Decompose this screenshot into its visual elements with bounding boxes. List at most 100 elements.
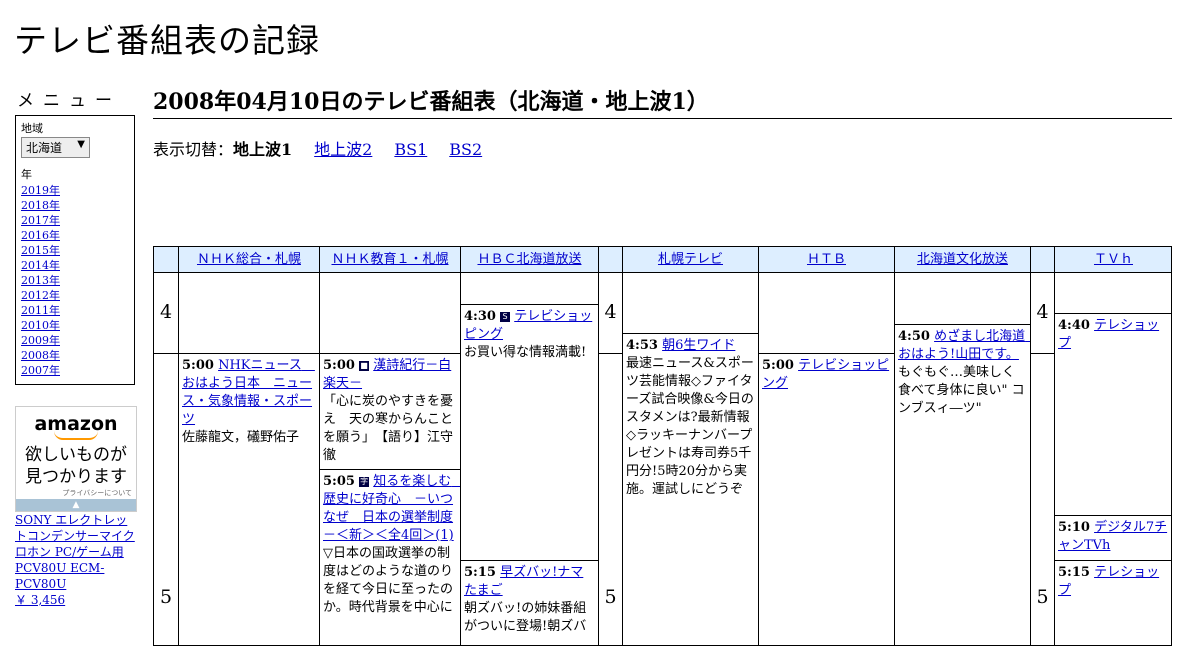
ad-privacy-link[interactable]: プライバシーについて bbox=[16, 488, 132, 498]
program-time: 4:50 bbox=[898, 329, 930, 344]
program-cell: 4:30 S テレビショッピング お買い得な情報満載! bbox=[461, 305, 599, 561]
stereo-icon: S bbox=[500, 312, 511, 322]
program-cell: 5:15 テレショップ bbox=[1055, 561, 1171, 645]
program-time: 4:53 bbox=[626, 338, 658, 353]
channel-link-uhb[interactable]: 北海道文化放送 bbox=[917, 252, 1008, 267]
program-time: 5:00 bbox=[323, 358, 355, 373]
hour-label: 5 bbox=[159, 586, 173, 608]
year-link[interactable]: 2011年 bbox=[21, 304, 60, 317]
hour-label: 5 bbox=[604, 586, 617, 608]
region-select[interactable]: 北海道 ▼ bbox=[21, 137, 90, 158]
program-title-link[interactable]: 朝6生ワイド bbox=[662, 338, 735, 353]
program-cell: 5:00 テレビショッピング bbox=[759, 354, 895, 645]
schedule-grid: ＮＨＫ総合・札幌 ＮＨＫ教育１・札幌 ＨＢＣ北海道放送 札幌テレビ ＨＴＢ 北海… bbox=[153, 246, 1172, 646]
channel-header: ＮＨＫ総合・札幌 bbox=[179, 247, 320, 273]
chevron-up-icon: ▲ bbox=[72, 500, 80, 510]
channel-link-htb[interactable]: ＨＴＢ bbox=[807, 252, 846, 267]
empty-cell bbox=[320, 273, 461, 354]
year-label: 年 bbox=[21, 168, 32, 181]
ad-line1: 欲しいものが bbox=[25, 445, 127, 465]
program-time: 5:15 bbox=[1058, 565, 1090, 580]
channel-header: ＨＢＣ北海道放送 bbox=[461, 247, 599, 273]
program-cell: 5:10 デジタル7チャンTVh bbox=[1055, 516, 1171, 561]
program-time: 5:05 bbox=[323, 474, 355, 489]
channel-header: 北海道文化放送 bbox=[895, 247, 1031, 273]
program-time: 5:00 bbox=[182, 358, 214, 373]
product-price[interactable]: ￥ 3,456 bbox=[15, 593, 65, 607]
program-desc: もぐもぐ…美味しく食べて身体に良い" コンブスィ―ツ" bbox=[898, 365, 1025, 416]
program-cell: 5:00 ■ 漢詩紀行－白楽天－ 「心に炭のやすきを憂え 天の寒からんことを願う… bbox=[320, 354, 461, 470]
program-desc: 最速ニュース&スポーツ芸能情報◇ファイターズ試合映像&今日のスタメンは?最新情報… bbox=[626, 356, 754, 497]
program-desc: ▽日本の国政選挙の制度はどのような道のりを経て今日に至ったのか。時代背景を中心に bbox=[323, 546, 454, 615]
program-desc: 「心に炭のやすきを憂え 天の寒からんことを願う」 【語り】江守徹 bbox=[323, 394, 454, 463]
menu-heading: メニュー bbox=[17, 91, 121, 111]
program-cell: 5:15 早ズバッ!ナマたまご 朝ズバッ!の姉妹番組がついに登場!朝ズバ bbox=[461, 561, 599, 645]
hour-label: 5 bbox=[1036, 586, 1049, 608]
program-time: 4:30 bbox=[464, 309, 496, 324]
product-ad: SONY エレクトレットコンデンサーマイクロホン PC/ゲーム用 PCV80U … bbox=[15, 512, 137, 608]
year-link[interactable]: 2015年 bbox=[21, 244, 60, 257]
year-list: 2019年 2018年 2017年 2016年 2015年 2014年 2013… bbox=[21, 183, 129, 378]
switch-link-chijou2[interactable]: 地上波2 bbox=[314, 140, 372, 159]
channel-link-etv[interactable]: ＮＨＫ教育１・札幌 bbox=[331, 252, 448, 267]
hour-cell: 5 bbox=[1031, 354, 1055, 645]
ad-text: 欲しいものが 見つかります bbox=[16, 444, 136, 488]
channel-link-stv[interactable]: 札幌テレビ bbox=[658, 252, 723, 267]
amazon-logo: amazon bbox=[34, 413, 118, 435]
year-link[interactable]: 2017年 bbox=[21, 214, 60, 227]
ad-expand-bar[interactable]: ▲ bbox=[16, 499, 136, 511]
sidebar: メニュー 地域 北海道 ▼ 年 2019年 2018年 2017年 2016年 … bbox=[15, 86, 135, 385]
hour-label: 4 bbox=[604, 301, 617, 323]
channel-header: ＮＨＫ教育１・札幌 bbox=[320, 247, 461, 273]
header-blank bbox=[1031, 247, 1055, 273]
region-select-value: 北海道 bbox=[26, 141, 63, 155]
channel-link-hbc[interactable]: ＨＢＣ北海道放送 bbox=[477, 252, 581, 267]
year-link[interactable]: 2007年 bbox=[21, 364, 60, 377]
year-link[interactable]: 2016年 bbox=[21, 229, 60, 242]
program-cell: 5:05 字 知るを楽しむ 歴史に好奇心 －いつなぜ 日本の選挙制度－＜新＞＜全… bbox=[320, 470, 461, 645]
header-blank bbox=[154, 247, 179, 273]
year-link[interactable]: 2008年 bbox=[21, 349, 60, 362]
hour-cell: 4 bbox=[599, 273, 623, 354]
hour-cell: 4 bbox=[154, 273, 179, 354]
year-link[interactable]: 2019年 bbox=[21, 184, 60, 197]
year-link[interactable]: 2014年 bbox=[21, 259, 60, 272]
mono-broadcast-icon: ■ bbox=[359, 361, 370, 371]
program-time: 5:15 bbox=[464, 565, 496, 580]
amazon-ad[interactable]: amazon 欲しいものが 見つかります プライバシーについて ▲ bbox=[15, 406, 137, 512]
switch-link-bs1[interactable]: BS1 bbox=[394, 140, 427, 159]
view-switcher: 表示切替：地上波1 地上波2 BS1 BS2 bbox=[153, 136, 504, 160]
chevron-down-icon: ▼ bbox=[77, 139, 85, 150]
subtitle-icon: 字 bbox=[359, 477, 370, 487]
region-label: 地域 bbox=[21, 122, 43, 135]
program-time: 4:40 bbox=[1058, 318, 1090, 333]
product-link[interactable]: SONY エレクトレットコンデンサーマイクロホン PC/ゲーム用 PCV80U … bbox=[15, 513, 135, 591]
year-link[interactable]: 2010年 bbox=[21, 319, 60, 332]
hour-cell: 5 bbox=[599, 354, 623, 645]
empty-cell bbox=[1055, 273, 1171, 314]
switch-link-bs2[interactable]: BS2 bbox=[449, 140, 482, 159]
menu-box: 地域 北海道 ▼ 年 2019年 2018年 2017年 2016年 2015年… bbox=[15, 115, 135, 385]
year-link[interactable]: 2012年 bbox=[21, 289, 60, 302]
hour-cell: 4 bbox=[1031, 273, 1055, 354]
year-link[interactable]: 2018年 bbox=[21, 199, 60, 212]
program-time: 5:10 bbox=[1058, 520, 1090, 535]
channel-header: 札幌テレビ bbox=[623, 247, 759, 273]
page-title: 2008年04月10日のテレビ番組表（北海道・地上波1） bbox=[153, 84, 1172, 119]
program-desc: 朝ズバッ!の姉妹番組がついに登場!朝ズバ bbox=[464, 601, 587, 634]
hour-label: 4 bbox=[1036, 301, 1049, 323]
program-cell: 4:53 朝6生ワイド 最速ニュース&スポーツ芸能情報◇ファイターズ試合映像&今… bbox=[623, 334, 759, 645]
program-cell: 4:40 テレショップ bbox=[1055, 314, 1171, 516]
channel-header: ＴＶｈ bbox=[1055, 247, 1171, 273]
year-link[interactable]: 2009年 bbox=[21, 334, 60, 347]
switch-label: 表示切替： bbox=[153, 140, 234, 159]
hour-cell: 5 bbox=[154, 354, 179, 645]
site-title: テレビ番組表の記録 bbox=[14, 21, 320, 60]
channel-link-nhk[interactable]: ＮＨＫ総合・札幌 bbox=[197, 252, 301, 267]
channel-link-tvh[interactable]: ＴＶｈ bbox=[1094, 252, 1133, 267]
program-time: 5:00 bbox=[762, 358, 794, 373]
ad-line2: 見つかります bbox=[25, 467, 127, 487]
switch-current: 地上波1 bbox=[233, 140, 293, 159]
year-link[interactable]: 2013年 bbox=[21, 274, 60, 287]
program-desc: 佐藤龍文，礒野佑子 bbox=[182, 430, 300, 445]
